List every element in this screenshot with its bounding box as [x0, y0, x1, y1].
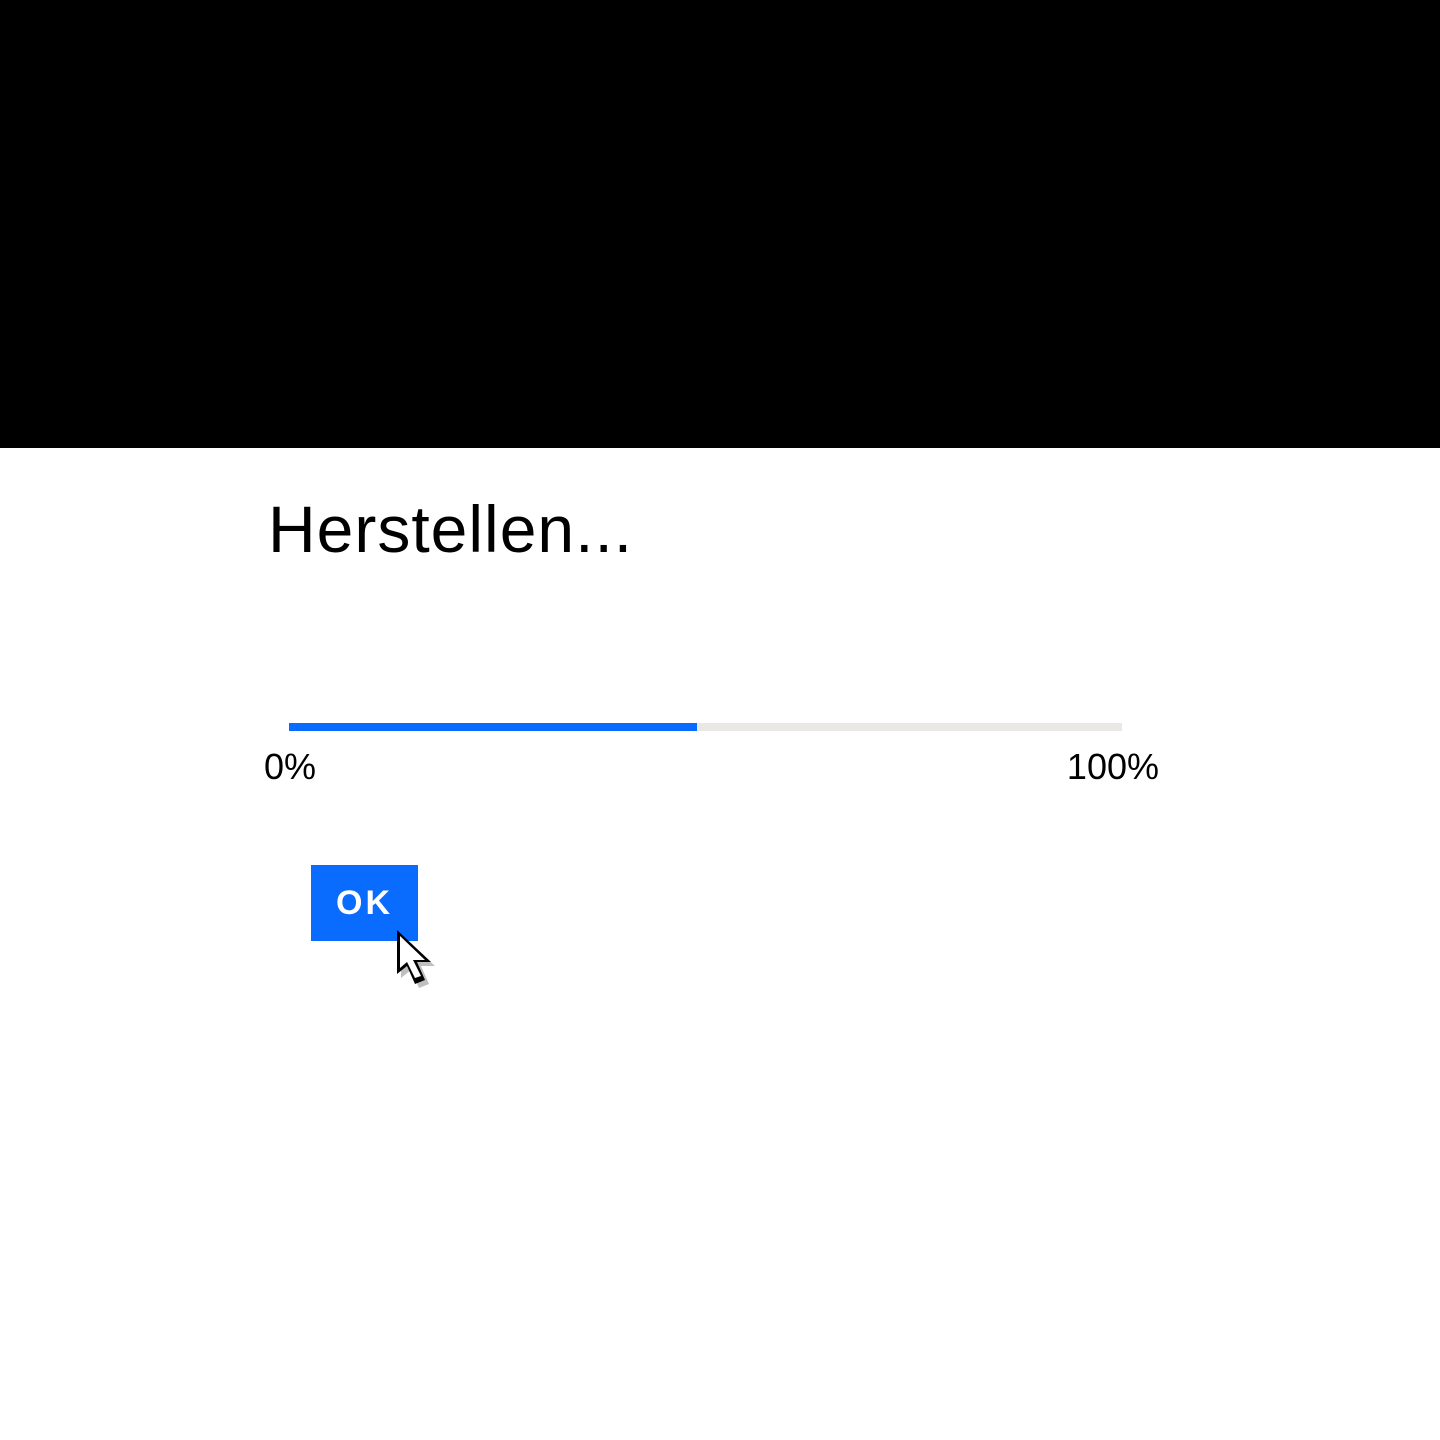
letterbox-top: [0, 0, 1440, 448]
ok-button[interactable]: OK: [311, 865, 418, 941]
progress-bar-fill: [289, 723, 697, 731]
progress-label-end: 100%: [1067, 746, 1159, 788]
progress-label-start: 0%: [264, 746, 316, 788]
dialog-title: Herstellen...: [268, 496, 633, 562]
